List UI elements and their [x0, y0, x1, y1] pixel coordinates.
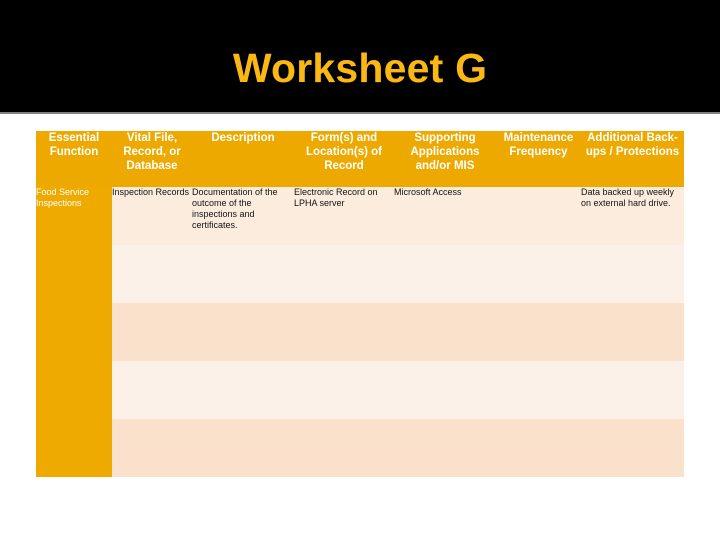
table-row[interactable]: [36, 245, 684, 303]
table-row[interactable]: [36, 303, 684, 361]
cell-description[interactable]: [192, 361, 294, 419]
cell-maintenance-frequency[interactable]: [496, 187, 581, 245]
table-row[interactable]: Food Service Inspections Inspection Reco…: [36, 187, 684, 245]
column-header-additional-backups: Additional Back-ups / Protections: [581, 131, 684, 187]
worksheet-table: Essential Function Vital File, Record, o…: [36, 131, 684, 477]
table-header-row: Essential Function Vital File, Record, o…: [36, 131, 684, 187]
column-header-maintenance-frequency: Maintenance Frequency: [496, 131, 581, 187]
cell-essential-function[interactable]: [36, 419, 112, 477]
column-header-form-location: Form(s) and Location(s) of Record: [294, 131, 394, 187]
cell-essential-function[interactable]: [36, 245, 112, 303]
cell-maintenance-frequency[interactable]: [496, 419, 581, 477]
cell-maintenance-frequency[interactable]: [496, 303, 581, 361]
cell-supporting-applications[interactable]: Microsoft Access: [394, 187, 496, 245]
slide-canvas: Worksheet G Essential Function Vital Fil…: [0, 0, 720, 540]
column-header-vital-file: Vital File, Record, or Database: [112, 131, 192, 187]
cell-additional-backups[interactable]: [581, 419, 684, 477]
table-row[interactable]: [36, 361, 684, 419]
cell-supporting-applications[interactable]: [394, 419, 496, 477]
page-title: Worksheet G: [232, 45, 488, 91]
cell-maintenance-frequency[interactable]: [496, 245, 581, 303]
cell-form-location[interactable]: Electronic Record on LPHA server: [294, 187, 394, 245]
cell-description[interactable]: [192, 303, 294, 361]
cell-description[interactable]: Documentation of the outcome of the insp…: [192, 187, 294, 245]
cell-form-location[interactable]: [294, 303, 394, 361]
cell-additional-backups[interactable]: [581, 361, 684, 419]
cell-essential-function[interactable]: [36, 361, 112, 419]
cell-vital-file[interactable]: [112, 361, 192, 419]
cell-form-location[interactable]: [294, 245, 394, 303]
cell-additional-backups[interactable]: [581, 245, 684, 303]
cell-description[interactable]: [192, 419, 294, 477]
cell-additional-backups[interactable]: Data backed up weekly on external hard d…: [581, 187, 684, 245]
cell-vital-file[interactable]: [112, 245, 192, 303]
cell-essential-function[interactable]: [36, 303, 112, 361]
cell-form-location[interactable]: [294, 361, 394, 419]
cell-vital-file[interactable]: [112, 303, 192, 361]
table-row[interactable]: [36, 419, 684, 477]
column-header-supporting-applications: Supporting Applications and/or MIS: [394, 131, 496, 187]
column-header-description: Description: [192, 131, 294, 187]
cell-form-location[interactable]: [294, 419, 394, 477]
cell-additional-backups[interactable]: [581, 303, 684, 361]
cell-maintenance-frequency[interactable]: [496, 361, 581, 419]
cell-supporting-applications[interactable]: [394, 361, 496, 419]
cell-description[interactable]: [192, 245, 294, 303]
cell-essential-function[interactable]: Food Service Inspections: [36, 187, 112, 245]
title-divider: [0, 112, 720, 114]
cell-vital-file[interactable]: Inspection Records: [112, 187, 192, 245]
cell-supporting-applications[interactable]: [394, 303, 496, 361]
cell-vital-file[interactable]: [112, 419, 192, 477]
worksheet-table-container: Essential Function Vital File, Record, o…: [36, 131, 684, 477]
column-header-essential-function: Essential Function: [36, 131, 112, 187]
cell-supporting-applications[interactable]: [394, 245, 496, 303]
